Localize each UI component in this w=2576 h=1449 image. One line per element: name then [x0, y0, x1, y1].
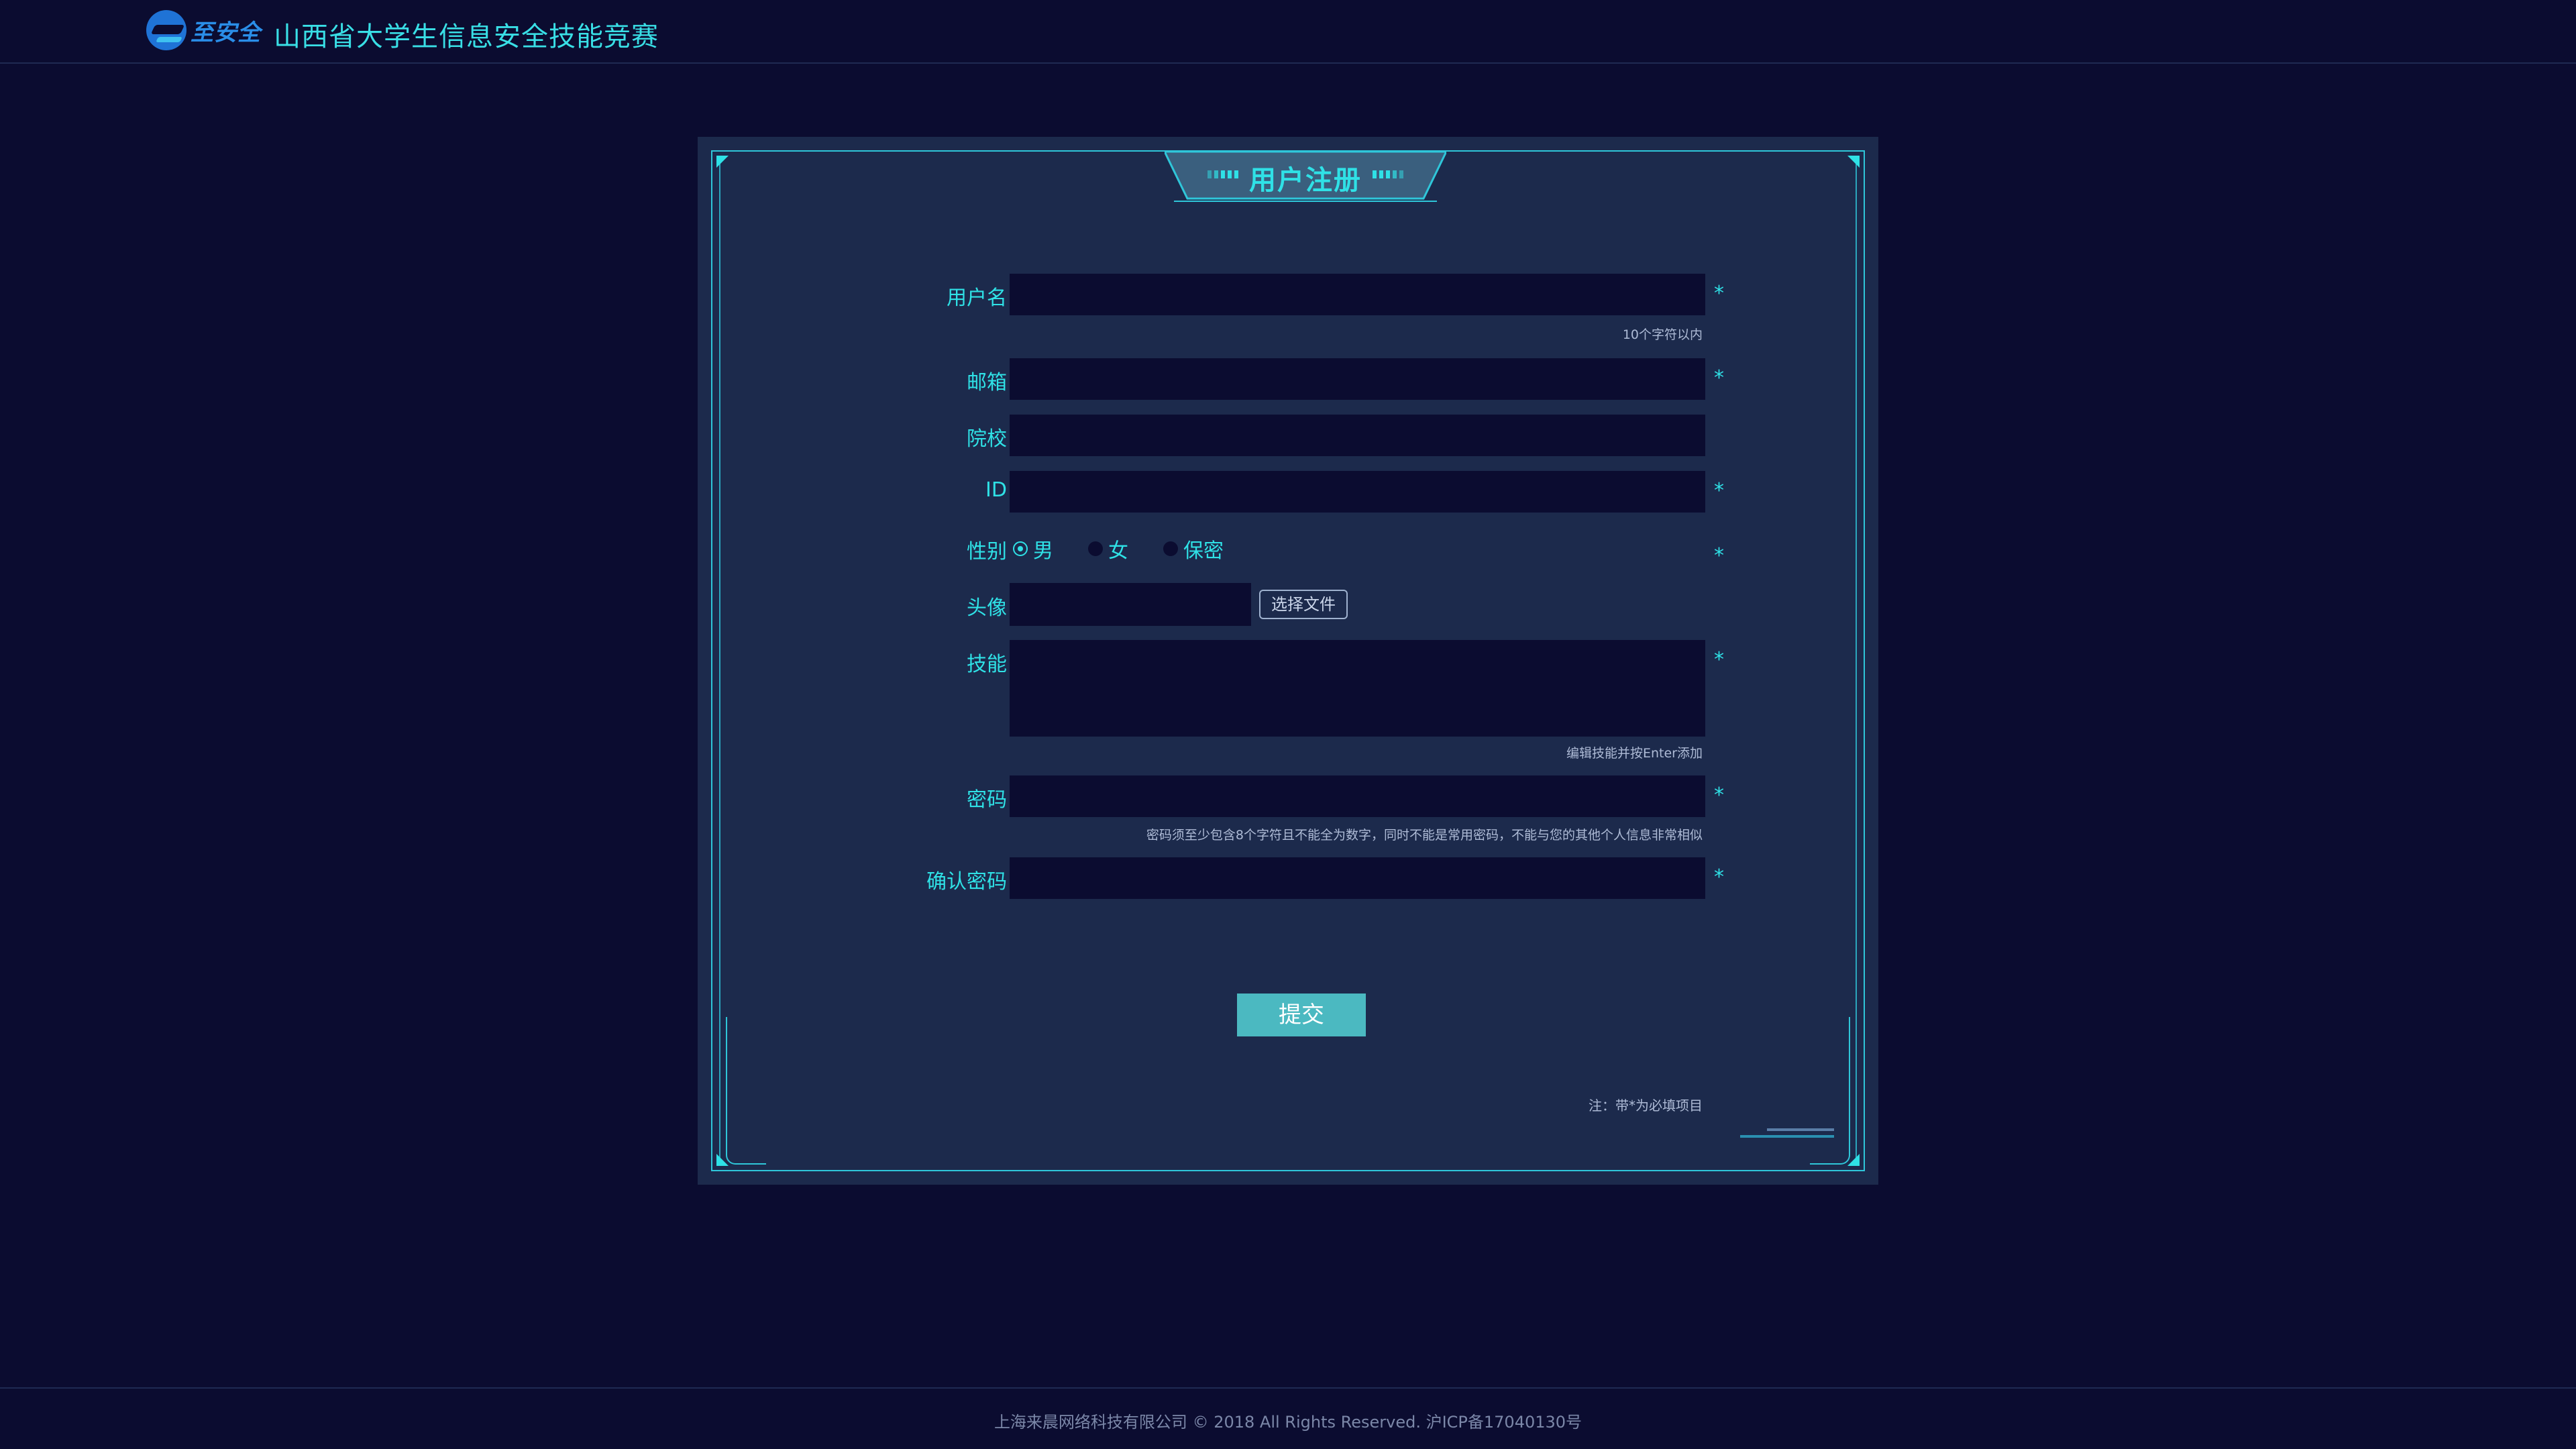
skills-label: 技能 — [967, 653, 1007, 676]
email-label: 邮箱 — [967, 371, 1007, 394]
radio-selected-icon[interactable] — [1013, 541, 1028, 556]
gender-option-female[interactable]: 女 — [1088, 534, 1128, 564]
site-footer: 上海来晨网络科技有限公司 © 2018 All Rights Reserved.… — [0, 1387, 2576, 1449]
id-label: ID — [985, 478, 1007, 502]
bracket-decoration — [726, 1017, 766, 1165]
required-mark: * — [1714, 784, 1724, 807]
required-note: 注：带*为必填项目 — [1589, 1097, 1703, 1114]
skills-hint: 编辑技能并按Enter添加 — [1566, 746, 1703, 761]
email-input[interactable] — [1010, 358, 1705, 400]
required-mark: * — [1714, 865, 1724, 889]
logo[interactable]: 至安全 — [146, 8, 261, 52]
bracket-decoration — [1810, 1017, 1850, 1165]
panel-frame: 用户注册 用户名 * 10个字符以内 邮箱 * 院校 ID * 性别 男 女 保… — [711, 150, 1865, 1171]
site-header: 至安全 山西省大学生信息安全技能竞赛 — [0, 0, 2576, 64]
radio-icon[interactable] — [1163, 541, 1178, 556]
registration-panel: 用户注册 用户名 * 10个字符以内 邮箱 * 院校 ID * 性别 男 女 保… — [698, 137, 1878, 1185]
required-mark: * — [1714, 479, 1724, 502]
username-input[interactable] — [1010, 274, 1705, 315]
required-mark: * — [1714, 366, 1724, 390]
required-mark: * — [1714, 282, 1724, 305]
confirm-password-input[interactable] — [1010, 857, 1705, 899]
username-hint: 10个字符以内 — [1622, 327, 1703, 342]
avatar-label: 头像 — [967, 596, 1007, 620]
required-mark: * — [1714, 544, 1724, 568]
logo-text: 至安全 — [191, 19, 261, 46]
required-mark: * — [1714, 648, 1724, 672]
password-hint: 密码须至少包含8个字符且不能全为数字，同时不能是常用密码，不能与您的其他个人信息… — [1146, 828, 1703, 843]
choose-file-button[interactable]: 选择文件 — [1259, 590, 1348, 619]
site-title: 山西省大学生信息安全技能竞赛 — [274, 21, 659, 52]
gender-label: 性别 — [967, 540, 1007, 564]
corner-decoration — [1847, 156, 1860, 168]
confirm-password-label: 确认密码 — [926, 870, 1007, 894]
avatar-file-field[interactable] — [1010, 583, 1251, 626]
gender-option-male[interactable]: 男 — [1013, 534, 1053, 564]
gender-option-label: 男 — [1033, 539, 1053, 563]
corner-decoration — [716, 156, 729, 168]
gender-option-label: 保密 — [1183, 539, 1224, 563]
gender-radio-group: 男 女 保密 — [1013, 534, 1258, 564]
school-label: 院校 — [967, 427, 1007, 451]
submit-button[interactable]: 提交 — [1237, 994, 1366, 1036]
footer-copyright: 上海来晨网络科技有限公司 © 2018 All Rights Reserved.… — [994, 1413, 1582, 1432]
logo-icon — [146, 10, 186, 50]
skills-textarea[interactable] — [1010, 640, 1705, 737]
gender-option-label: 女 — [1108, 539, 1128, 563]
title-tab: 用户注册 — [1165, 152, 1446, 204]
school-input[interactable] — [1010, 415, 1705, 456]
password-label: 密码 — [967, 788, 1007, 812]
gender-option-secret[interactable]: 保密 — [1163, 534, 1224, 564]
radio-icon[interactable] — [1088, 541, 1103, 556]
line-decoration — [1740, 1128, 1834, 1142]
username-label: 用户名 — [947, 286, 1007, 310]
password-input[interactable] — [1010, 775, 1705, 817]
panel-title: 用户注册 — [1249, 165, 1362, 196]
id-input[interactable] — [1010, 471, 1705, 513]
